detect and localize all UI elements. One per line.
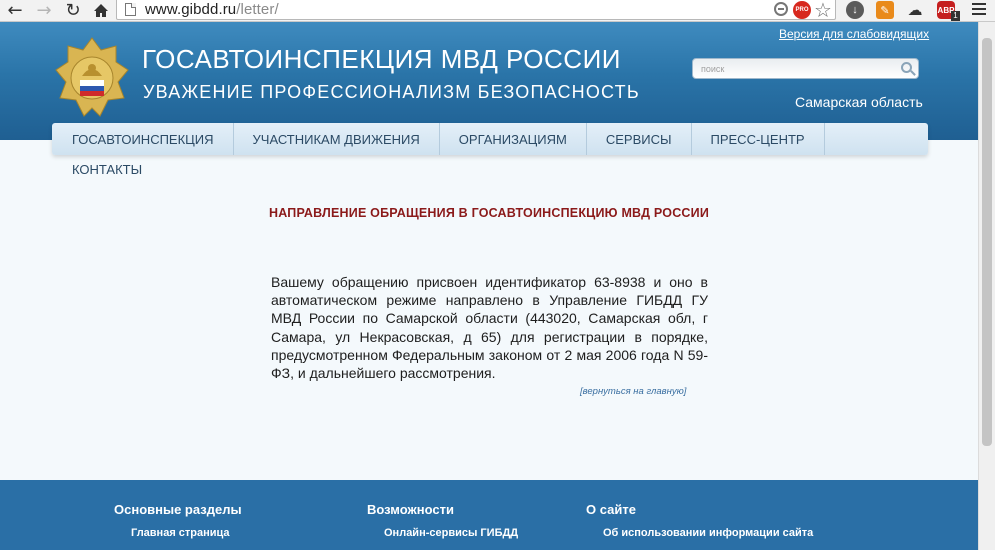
footer-link-home[interactable]: Главная страница: [131, 527, 230, 539]
footer-title-main-sections: Основные разделы: [114, 502, 242, 517]
scrollbar-thumb[interactable]: [982, 38, 992, 446]
site-title[interactable]: ГОСАВТОИНСПЕКЦИЯ МВД РОССИИ: [142, 44, 621, 75]
menu-item-contacts[interactable]: КОНТАКТЫ: [72, 162, 142, 177]
search-icon[interactable]: [901, 62, 912, 73]
menu-item-road-users[interactable]: УЧАСТНИКАМ ДВИЖЕНИЯ: [234, 123, 440, 155]
appeal-confirmation-text: Вашему обращению присвоен идентификатор …: [271, 274, 708, 382]
menu-item-services[interactable]: СЕРВИСЫ: [587, 123, 692, 155]
home-icon[interactable]: [90, 0, 112, 20]
footer-link-online-services[interactable]: Онлайн-сервисы ГИБДД: [384, 527, 518, 539]
region-selector[interactable]: Самарская область: [795, 94, 923, 110]
reload-icon[interactable]: ↻: [62, 0, 84, 21]
site-footer: Основные разделы Главная страница Возмож…: [0, 480, 978, 550]
browser-toolbar: ← → ↻ www.gibdd.ru/letter/ PRO ☆ ↓ ✎ ☁ A…: [0, 0, 995, 22]
site-slogan: УВАЖЕНИЕ ПРОФЕССИОНАЛИЗМ БЕЗОПАСНОСТЬ: [143, 82, 640, 102]
pro-badge-icon[interactable]: PRO: [793, 1, 811, 19]
footer-link-info-usage[interactable]: Об использовании информации сайта: [603, 527, 813, 539]
search-box: [692, 58, 919, 79]
main-menu: ГОСАВТОИНСПЕКЦИЯ УЧАСТНИКАМ ДВИЖЕНИЯ ОРГ…: [52, 123, 928, 155]
zoom-icon[interactable]: [774, 2, 788, 16]
paint-extension-icon[interactable]: ✎: [876, 1, 894, 19]
bookmark-star-icon[interactable]: ☆: [814, 0, 832, 23]
back-to-home-link[interactable]: [вернуться на главную]: [580, 386, 686, 397]
adblock-count-badge: 1: [951, 11, 960, 21]
download-extension-icon[interactable]: ↓: [846, 1, 864, 19]
search-input[interactable]: [701, 62, 891, 75]
gibdd-emblem-icon[interactable]: [54, 36, 130, 120]
back-arrow-icon[interactable]: ←: [4, 0, 26, 21]
menu-item-organizations[interactable]: ОРГАНИЗАЦИЯМ: [440, 123, 587, 155]
forward-arrow-icon[interactable]: →: [33, 0, 55, 21]
address-url[interactable]: www.gibdd.ru/letter/: [145, 1, 279, 18]
page-heading: НАПРАВЛЕНИЕ ОБРАЩЕНИЯ В ГОСАВТОИНСПЕКЦИЮ…: [268, 206, 710, 220]
page-scrollbar[interactable]: [978, 22, 995, 550]
menu-item-gosavtoinspekciya[interactable]: ГОСАВТОИНСПЕКЦИЯ: [52, 123, 234, 155]
cloud-download-extension-icon[interactable]: ☁: [906, 1, 924, 19]
page-icon: [125, 3, 136, 16]
low-vision-version-link[interactable]: Версия для слабовидящих: [779, 27, 929, 41]
browser-menu-icon[interactable]: [972, 3, 986, 17]
menu-item-press-center[interactable]: ПРЕСС-ЦЕНТР: [692, 123, 825, 155]
address-bar[interactable]: www.gibdd.ru/letter/ PRO ☆: [116, 0, 836, 23]
footer-title-features: Возможности: [367, 502, 454, 517]
footer-title-about: О сайте: [586, 502, 636, 517]
